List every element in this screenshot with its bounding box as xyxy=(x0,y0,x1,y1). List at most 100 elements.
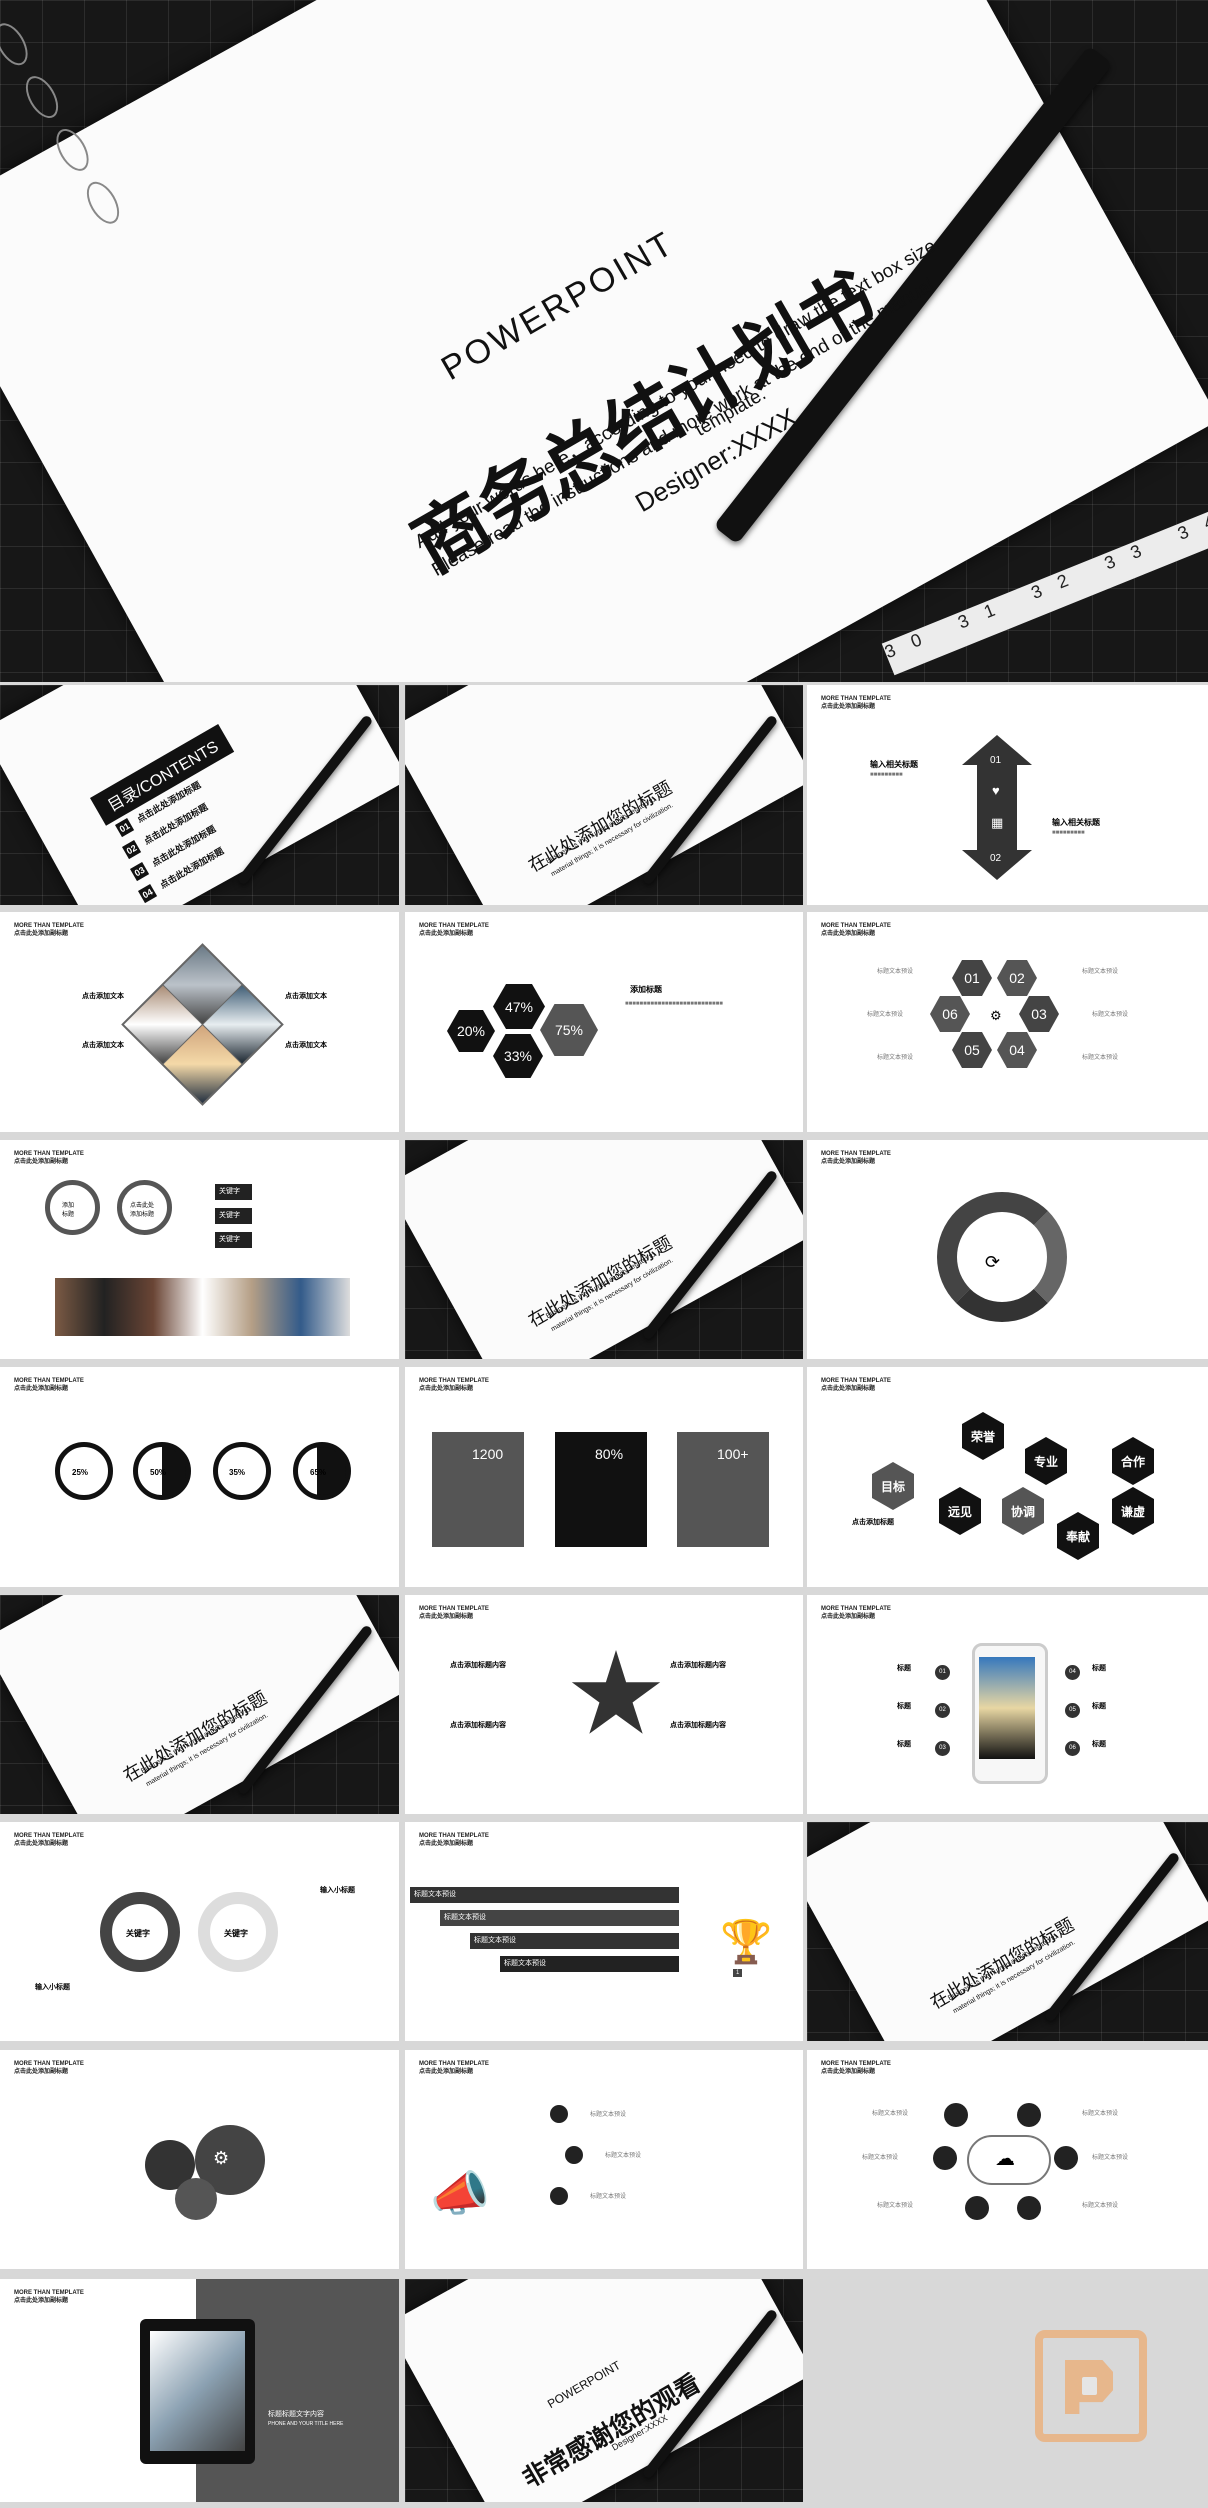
cloud-label-5: 标题文本预设 xyxy=(877,2203,914,2209)
slide-21-header: MORE THAN TEMPLATE 点击此处添加副标题 xyxy=(419,2060,489,2076)
slide-6-header: MORE THAN TEMPLATE 点击此处添加副标题 xyxy=(419,922,489,938)
slide-17-small-title-1: 输入小标题 xyxy=(320,1887,355,1894)
slide-4-heading-1: 输入相关标题 xyxy=(870,760,918,769)
stat-card-1-value: 1200 xyxy=(472,1446,504,1462)
slide-13-header-more: MORE THAN TEMPLATE xyxy=(821,1378,891,1384)
thumbnail-hex-ring[interactable]: MORE THAN TEMPLATE 点击此处添加副标题 01 02 03 04 … xyxy=(807,912,1208,1132)
brand-watermark-hole xyxy=(1082,2377,1097,2395)
slide-15-label-3: 点击添加标题内容 xyxy=(450,1722,506,1729)
ring-center-icon: ⚙ xyxy=(990,1008,1002,1023)
slide-15-header-click: 点击此处添加副标题 xyxy=(419,1614,474,1620)
thumbnail-ending[interactable]: POWERPOINT 非常感谢您的观看 Designer:XXXX xyxy=(405,2279,803,2502)
slide-15-label-1: 点击添加标题内容 xyxy=(450,1662,506,1669)
thumbnail-gears[interactable]: MORE THAN TEMPLATE 点击此处添加副标题 ⚙ xyxy=(0,2050,399,2269)
slide-15-label-4: 点击添加标题内容 xyxy=(670,1722,726,1729)
tablet-screen-photo xyxy=(150,2331,245,2451)
phone-number-03: 03 xyxy=(935,1741,950,1756)
thumbnail-section-4[interactable]: 在此处添加您的标题 Business is the human activity… xyxy=(807,1822,1208,2041)
thumbnail-keywords-photos[interactable]: MORE THAN TEMPLATE 点击此处添加副标题 添加 标题 点击此处 添… xyxy=(0,1140,399,1359)
slide-7-header: MORE THAN TEMPLATE 点击此处添加副标题 xyxy=(821,922,891,938)
slide-11-header: MORE THAN TEMPLATE 点击此处添加副标题 xyxy=(14,1377,84,1393)
trophy-arrow-4: 标题文本预设 xyxy=(500,1956,679,1972)
thumbnail-section-1[interactable]: 在此处添加您的标题 Business is the human activity… xyxy=(405,685,803,905)
slide-4-placeholder-2: ■■■■■■■■■ xyxy=(1052,830,1085,836)
slide-7-label-2: 标题文本预设 xyxy=(1082,969,1119,975)
slide-6-header-click: 点击此处添加副标题 xyxy=(419,931,474,937)
stopwatch-1-value: 25% xyxy=(72,1468,89,1477)
cover-slide[interactable]: 30 31 32 33 34 35 36 37 POWERPOINT 商务总结计… xyxy=(0,0,1208,682)
cloud-label-2: 标题文本预设 xyxy=(1082,2111,1119,2117)
cloud-node-6 xyxy=(1017,2196,1041,2220)
slide-4-arrow-body xyxy=(977,765,1017,850)
thumbnail-arrow-01-02[interactable]: MORE THAN TEMPLATE 点击此处添加副标题 输入相关标题 ■■■■■… xyxy=(807,685,1208,905)
thumbnail-announcement[interactable]: MORE THAN TEMPLATE 点击此处添加副标题 📣 标题文本预设 标题文… xyxy=(405,2050,803,2269)
slide-4-heading-2: 输入相关标题 xyxy=(1052,818,1100,827)
slide-7-label-5: 标题文本预设 xyxy=(877,1055,914,1061)
slide-10-header-click: 点击此处添加副标题 xyxy=(821,1159,876,1165)
thumbnail-section-2[interactable]: 在此处添加您的标题 Business is the human activity… xyxy=(405,1140,803,1359)
phone-label-4: 标题 xyxy=(1092,1665,1106,1672)
cloud-label-3: 标题文本预设 xyxy=(862,2155,899,2161)
thumbnail-cycle-arrows[interactable]: MORE THAN TEMPLATE 点击此处添加副标题 ⟳ xyxy=(807,1140,1208,1359)
phone-number-04: 04 xyxy=(1065,1665,1080,1680)
thumbnail-linked-rings[interactable]: MORE THAN TEMPLATE 点击此处添加副标题 关键字 关键字 输入小标… xyxy=(0,1822,399,2041)
slide-23-header: MORE THAN TEMPLATE 点击此处添加副标题 xyxy=(14,2289,84,2305)
honey-cooperation: 合作 xyxy=(1112,1437,1154,1485)
cloud-label-6: 标题文本预设 xyxy=(1082,2203,1119,2209)
slide-6-body: ■■■■■■■■■■■■■■■■■■■■■■■■■■■ xyxy=(625,1001,723,1007)
slide-20-header: MORE THAN TEMPLATE 点击此处添加副标题 xyxy=(14,2060,84,2076)
thumbnail-hex-percent[interactable]: MORE THAN TEMPLATE 点击此处添加副标题 47% 20% 75% … xyxy=(405,912,803,1132)
slide-16-header: MORE THAN TEMPLATE 点击此处添加副标题 xyxy=(821,1605,891,1621)
gear-icon: ⚙ xyxy=(213,2148,230,2168)
slide-7-label-3: 标题文本预设 xyxy=(867,1012,904,1018)
thumbnail-phone[interactable]: MORE THAN TEMPLATE 点击此处添加副标题 01 02 03 04 … xyxy=(807,1595,1208,1814)
hex-value-20: 20% xyxy=(447,1010,495,1052)
slide-7-label-4: 标题文本预设 xyxy=(1092,1012,1129,1018)
thumbnail-honeycomb[interactable]: MORE THAN TEMPLATE 点击此处添加副标题 荣誉 专业 合作 目标 … xyxy=(807,1367,1208,1587)
slide-5-right-label-1: 点击添加文本 xyxy=(285,993,327,1000)
thumbnail-photo-diamonds[interactable]: MORE THAN TEMPLATE 点击此处添加副标题 点击添加文本 点击添加文… xyxy=(0,912,399,1132)
gear-small xyxy=(175,2178,217,2220)
thumbnail-toc[interactable]: 目录/CONTENTS 01点击此处添加标题 02点击此处添加标题 03点击此处… xyxy=(0,685,399,905)
cloud-node-4 xyxy=(1054,2146,1078,2170)
cycle-arrow-icon: ⟳ xyxy=(985,1252,1001,1272)
ring-hex-02: 02 xyxy=(997,960,1037,996)
cloud-node-2 xyxy=(1017,2103,1041,2127)
thumbnail-star[interactable]: MORE THAN TEMPLATE 点击此处添加副标题 点击添加标题内容 点击添… xyxy=(405,1595,803,1814)
slide-7-header-click: 点击此处添加副标题 xyxy=(821,931,876,937)
thumbnail-trophy-arrows[interactable]: MORE THAN TEMPLATE 点击此处添加副标题 标题文本预设 标题文本预… xyxy=(405,1822,803,2041)
slide-5-header-more: MORE THAN TEMPLATE xyxy=(14,923,84,929)
slide-6-heading: 添加标题 xyxy=(630,985,662,994)
slide-5-left-label-2: 点击添加文本 xyxy=(82,1042,124,1049)
thumbnail-section-3[interactable]: 在此处添加您的标题 Business is the human activity… xyxy=(0,1595,399,1814)
stopwatch-3-value: 35% xyxy=(229,1468,246,1477)
slide-5-left-label-1: 点击添加文本 xyxy=(82,993,124,1000)
cloud-label-1: 标题文本预设 xyxy=(872,2111,909,2117)
slide-4-cubes-icon: ▦ xyxy=(991,815,1004,830)
slide-12-header-more: MORE THAN TEMPLATE xyxy=(419,1378,489,1384)
ring-hex-03: 03 xyxy=(1019,996,1059,1032)
phone-label-1: 标题 xyxy=(897,1665,911,1672)
trophy-arrow-1: 标题文本预设 xyxy=(410,1887,679,1903)
slide-5-right-label-2: 点击添加文本 xyxy=(285,1042,327,1049)
slide-4-header-click: 点击此处添加副标题 xyxy=(821,704,876,710)
honey-professional: 专业 xyxy=(1025,1437,1067,1485)
trophy-arrow-2: 标题文本预设 xyxy=(440,1910,679,1926)
slide-13-header: MORE THAN TEMPLATE 点击此处添加副标题 xyxy=(821,1377,891,1393)
thumbnail-tablet[interactable]: MORE THAN TEMPLATE 点击此处添加副标题 标题标题文字内容 PHO… xyxy=(0,2279,399,2502)
phone-number-01: 01 xyxy=(935,1665,950,1680)
slide-16-header-click: 点击此处添加副标题 xyxy=(821,1614,876,1620)
slide-18-header-more: MORE THAN TEMPLATE xyxy=(419,1833,489,1839)
thumbnail-stat-cards[interactable]: MORE THAN TEMPLATE 点击此处添加副标题 1200 80% 100… xyxy=(405,1367,803,1587)
hex-value-33: 33% xyxy=(493,1034,543,1078)
announcement-icon-3 xyxy=(550,2187,568,2205)
cloud-node-3 xyxy=(933,2146,957,2170)
slide-10-header: MORE THAN TEMPLATE 点击此处添加副标题 xyxy=(821,1150,891,1166)
phone-label-6: 标题 xyxy=(1092,1741,1106,1748)
slide-6-header-more: MORE THAN TEMPLATE xyxy=(419,923,489,929)
thumbnail-stopwatches[interactable]: MORE THAN TEMPLATE 点击此处添加副标题 25% 50% 35% … xyxy=(0,1367,399,1587)
thumbnail-cloud-icons[interactable]: MORE THAN TEMPLATE 点击此处添加副标题 ☁ 标题文本预设 标题文… xyxy=(807,2050,1208,2269)
tablet-english: PHONE AND YOUR TITLE HERE xyxy=(268,2421,344,2427)
slide-18-header: MORE THAN TEMPLATE 点击此处添加副标题 xyxy=(419,1832,489,1848)
slide-15-header: MORE THAN TEMPLATE 点击此处添加副标题 xyxy=(419,1605,489,1621)
